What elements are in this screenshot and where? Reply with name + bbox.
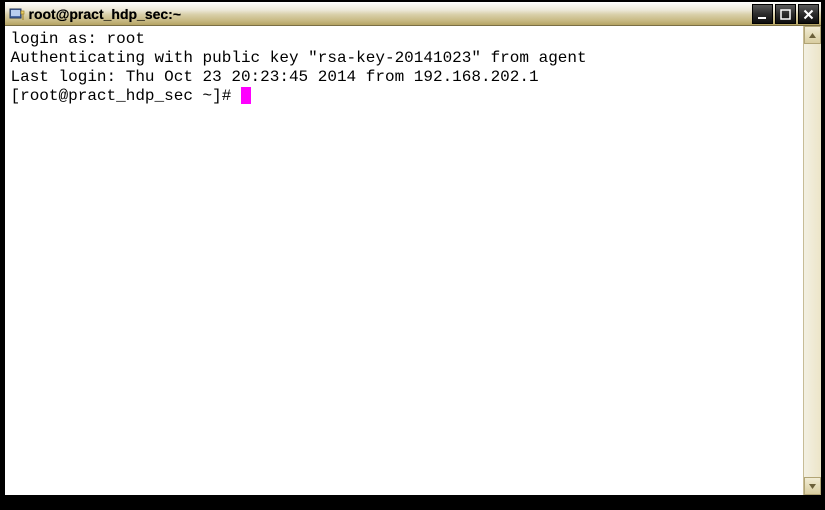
scroll-down-button[interactable]: [804, 477, 821, 495]
maximize-button[interactable]: [775, 4, 796, 24]
scrollbar[interactable]: [803, 26, 821, 495]
terminal-body: login as: rootAuthenticating with public…: [5, 26, 821, 495]
minimize-button[interactable]: [752, 4, 773, 24]
window-controls: [752, 4, 819, 24]
terminal-line: login as: root: [11, 30, 797, 49]
terminal-cursor: [241, 87, 251, 104]
scroll-track[interactable]: [804, 44, 821, 477]
terminal-line: Last login: Thu Oct 23 20:23:45 2014 fro…: [11, 68, 797, 87]
close-button[interactable]: [798, 4, 819, 24]
terminal-line: Authenticating with public key "rsa-key-…: [11, 49, 797, 68]
terminal-prompt-line: [root@pract_hdp_sec ~]#: [11, 87, 797, 106]
titlebar[interactable]: root@pract_hdp_sec:~: [5, 2, 821, 26]
scroll-up-button[interactable]: [804, 26, 821, 44]
terminal-window: root@pract_hdp_sec:~ login as: rootAuth: [3, 0, 823, 497]
putty-icon: [9, 6, 25, 22]
terminal-prompt: [root@pract_hdp_sec ~]#: [11, 87, 241, 105]
window-title: root@pract_hdp_sec:~: [29, 6, 182, 22]
terminal-content[interactable]: login as: rootAuthenticating with public…: [5, 26, 803, 495]
